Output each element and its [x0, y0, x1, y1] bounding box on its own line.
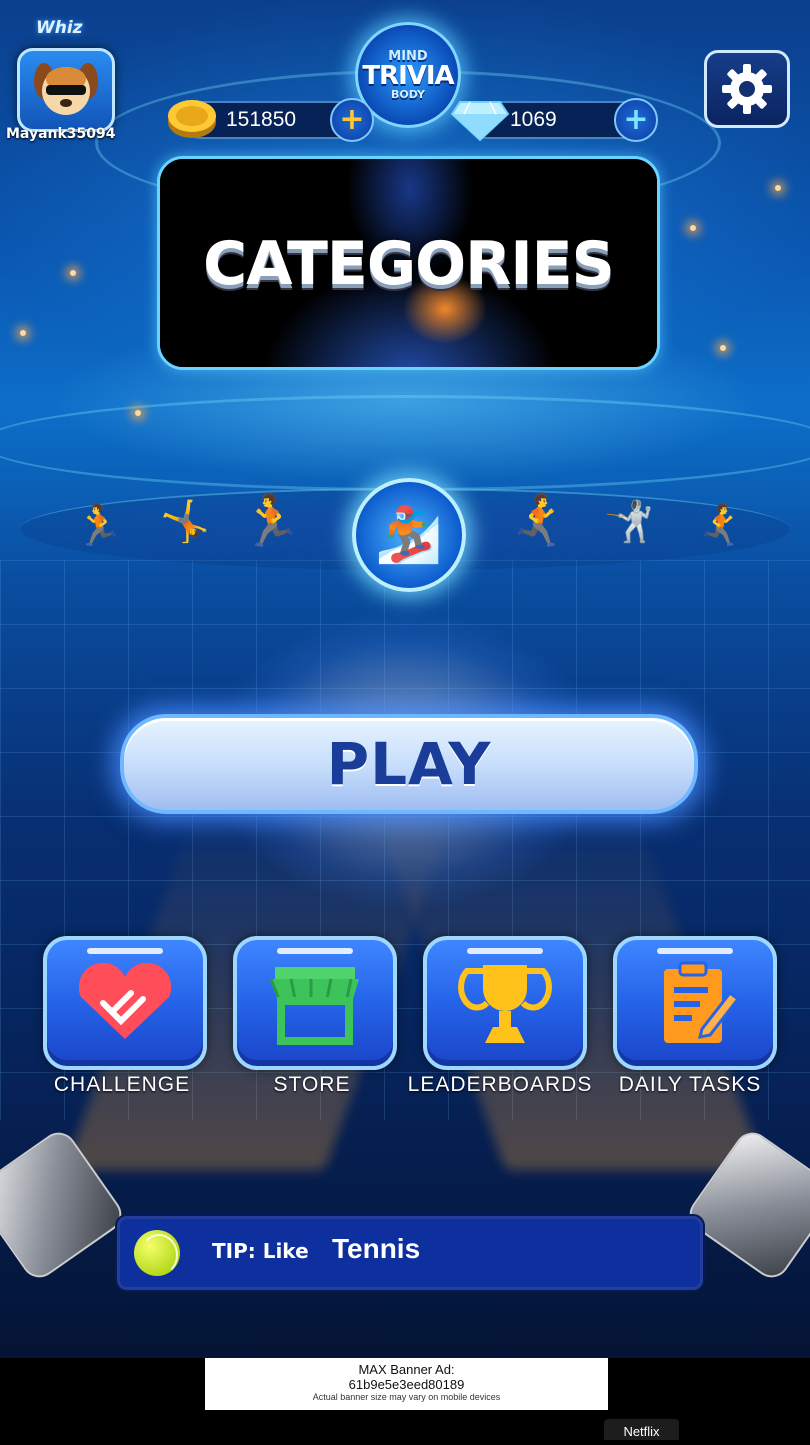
username: Mayank35094 — [6, 126, 116, 142]
spark — [20, 330, 26, 336]
clipboard-icon — [664, 961, 740, 1043]
tennis-ball-icon — [134, 1230, 180, 1276]
play-button[interactable]: PLAY — [120, 714, 698, 814]
storefront-icon — [269, 967, 359, 1045]
gold-coin-icon — [168, 100, 216, 138]
add-coins-button[interactable]: + — [330, 98, 374, 142]
categories-button[interactable]: CATEGORIES — [157, 156, 660, 370]
brand-label: Whiz — [36, 18, 83, 38]
ad-disclaimer: Actual banner size may vary on mobile de… — [312, 1392, 501, 1402]
runner-icon[interactable]: 🏃 — [696, 503, 746, 549]
runner-icon[interactable]: 🏃 — [74, 506, 124, 546]
avatar[interactable] — [17, 48, 115, 132]
leaderboards-button[interactable] — [423, 936, 587, 1070]
tip-prefix: TIP: Like — [212, 1239, 309, 1263]
coin-count: 151850 — [226, 108, 297, 131]
spark — [70, 270, 76, 276]
spark — [720, 345, 726, 351]
leaderboards-label: LEADERBOARDS — [407, 1073, 593, 1096]
categories-title: CATEGORIES — [203, 229, 615, 299]
netflix-tab[interactable]: Netflix — [604, 1419, 679, 1440]
daily-tasks-label: DAILY TASKS — [618, 1073, 762, 1096]
dancer-icon[interactable]: 🤺 — [604, 502, 654, 542]
ad-id: 61b9e5e3eed80189 — [348, 1377, 465, 1392]
store-button[interactable] — [233, 936, 397, 1070]
ad-title: MAX Banner Ad: — [358, 1362, 455, 1377]
gem-count: 1069 — [510, 108, 557, 131]
spark — [690, 225, 696, 231]
tip-word: Tennis — [332, 1233, 421, 1264]
settings-button[interactable] — [704, 50, 790, 128]
sprinter-icon[interactable]: 🏃 — [240, 496, 302, 546]
snowboarder-icon[interactable]: 🏂 — [352, 478, 466, 592]
spark — [775, 185, 781, 191]
add-gems-button[interactable]: + — [614, 98, 658, 142]
challenge-label: CHALLENGE — [53, 1073, 191, 1096]
gear-icon — [722, 64, 772, 114]
gymnast-icon[interactable]: 🤸 — [160, 502, 210, 542]
handshake-heart-icon — [78, 963, 172, 1039]
sprinter-icon[interactable]: 🏃 — [508, 492, 570, 550]
ad-banner[interactable]: MAX Banner Ad: 61b9e5e3eed80189 Actual b… — [205, 1358, 608, 1410]
logo-line-body: BODY — [390, 88, 426, 101]
daily-tasks-button[interactable] — [613, 936, 777, 1070]
spark — [135, 410, 141, 416]
trophy-icon — [458, 965, 552, 1043]
halo-ring — [0, 395, 810, 491]
logo-line-trivia: TRIVIA — [362, 61, 454, 91]
play-label: PLAY — [326, 730, 492, 798]
diamond-icon — [450, 101, 510, 142]
store-label: STORE — [273, 1073, 351, 1096]
challenge-button[interactable] — [43, 936, 207, 1070]
tip-bar: TIP: Like Tennis — [117, 1216, 703, 1290]
dog-with-sunglasses-icon — [34, 63, 98, 115]
